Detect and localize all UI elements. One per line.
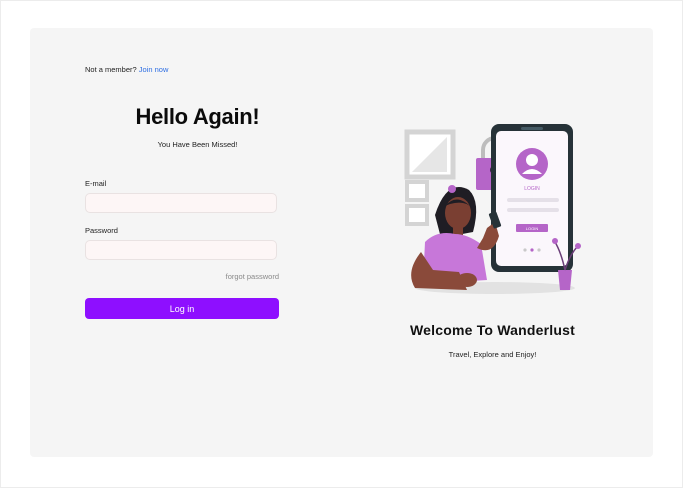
page-title: Hello Again! [135, 104, 260, 129]
welcome-tagline: Travel, Explore and Enjoy! [448, 350, 537, 359]
password-field[interactable] [85, 240, 277, 260]
page-subtitle: You Have Been Missed! [157, 140, 238, 149]
forgot-password-link[interactable]: forgot password [85, 272, 279, 281]
user-avatar-icon [516, 148, 548, 180]
join-now-link[interactable]: Join now [139, 65, 169, 74]
login-card: Not a member? Join now Hello Again! You … [30, 28, 653, 457]
phone-avatar-caption: LOGIN [524, 186, 540, 192]
email-label: E-mail [85, 179, 107, 188]
login-illustration: LOGIN LOGIN [404, 124, 581, 294]
signup-prompt: Not a member? Join now [85, 65, 168, 74]
not-member-text: Not a member? [85, 65, 137, 74]
welcome-title: Welcome To Wanderlust [410, 322, 575, 338]
password-label: Password [85, 226, 118, 235]
login-form-panel: Not a member? Join now Hello Again! You … [30, 28, 330, 457]
email-field[interactable] [85, 193, 277, 213]
phone-login-button-label: LOGIN [526, 226, 539, 231]
login-button[interactable]: Log in [85, 298, 279, 319]
